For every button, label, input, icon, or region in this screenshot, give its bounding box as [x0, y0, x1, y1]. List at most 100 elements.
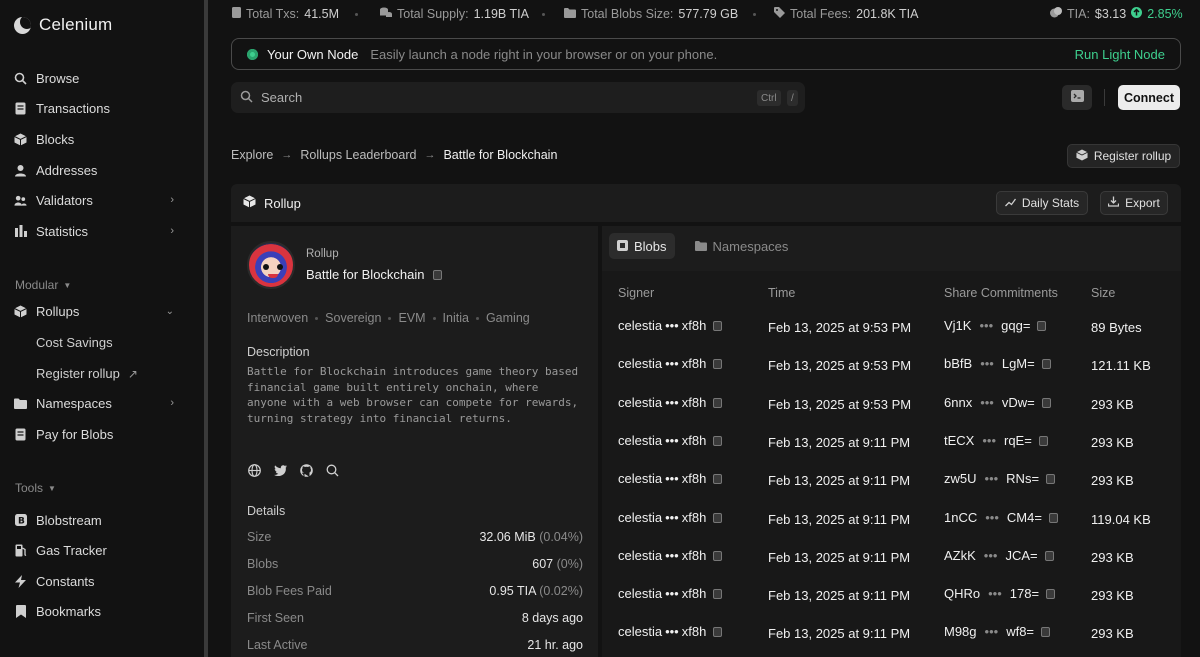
section-tools[interactable]: Tools ▼ [15, 481, 56, 495]
sidebar-item-rollups[interactable]: Rollups ⌄ [14, 299, 184, 323]
copy-icon[interactable] [713, 626, 723, 637]
copy-icon[interactable] [713, 397, 723, 408]
copy-icon[interactable] [1046, 473, 1056, 484]
sidebar: Celenium Browse Transactions Blocks Addr… [0, 0, 204, 657]
table-row[interactable]: celestia ••• xf8h Feb 13, 2025 at 9:11 PM 1n… [602, 499, 1181, 537]
shortcut-key: / [787, 90, 798, 106]
sidebar-item-bookmarks[interactable]: Bookmarks [14, 599, 184, 623]
tag-icon [774, 7, 785, 21]
copy-icon[interactable] [713, 550, 723, 561]
stat-label: Total Txs: [246, 7, 300, 21]
search-input[interactable]: Search Ctrl / [231, 82, 805, 113]
copy-icon[interactable] [713, 320, 723, 331]
table-row[interactable]: celestia ••• xf8h Feb 13, 2025 at 9:11 PM tE… [602, 422, 1181, 460]
sidebar-item-pay-for-blobs[interactable]: Pay for Blobs [14, 422, 184, 446]
signer-cell[interactable]: celestia ••• xf8h [618, 548, 723, 563]
breadcrumb-rollups-leaderboard[interactable]: Rollups Leaderboard [300, 148, 416, 162]
copy-icon[interactable] [713, 358, 723, 369]
table-row[interactable]: celestia ••• xf8h Feb 13, 2025 at 9:53 PM bB… [602, 345, 1181, 383]
share-commitment-cell[interactable]: tECX ••• rqE= [944, 433, 1048, 448]
commitment-prefix: tECX [944, 433, 975, 448]
commitment-prefix: AZkK [944, 548, 976, 563]
share-commitment-cell[interactable]: M98g ••• wf8= [944, 624, 1051, 639]
copy-icon[interactable] [1048, 512, 1058, 523]
rollup-name: Battle for Blockchain [306, 267, 442, 282]
share-commitment-cell[interactable]: 1nCC ••• CM4= [944, 510, 1058, 525]
breadcrumb-explore[interactable]: Explore [231, 148, 273, 162]
logo[interactable]: Celenium [14, 15, 112, 35]
copy-icon[interactable] [432, 269, 442, 280]
tab-blobs[interactable]: Blobs [609, 233, 675, 259]
explorer-search-icon[interactable] [325, 463, 339, 477]
register-rollup-button[interactable]: Register rollup [1067, 144, 1180, 168]
sidebar-item-blocks[interactable]: Blocks [14, 127, 184, 151]
copy-icon[interactable] [713, 473, 723, 484]
run-light-node-link[interactable]: Run Light Node [1075, 47, 1165, 62]
table-row[interactable]: celestia ••• xf8h Feb 13, 2025 at 9:11 PM QH… [602, 575, 1181, 613]
signer-cell[interactable]: celestia ••• xf8h [618, 433, 723, 448]
table-row[interactable]: celestia ••• xf8h Feb 13, 2025 at 9:11 PM M9… [602, 613, 1181, 651]
sidebar-item-blobstream[interactable]: B Blobstream [14, 508, 184, 532]
copy-icon[interactable] [1044, 550, 1054, 561]
sidebar-item-namespaces[interactable]: Namespaces › [14, 391, 184, 415]
trend-icon [1004, 196, 1016, 210]
sidebar-item-label: Gas Tracker [36, 542, 107, 558]
copy-icon[interactable] [713, 435, 723, 446]
sidebar-item-label: Namespaces [36, 395, 112, 411]
section-label: Tools [15, 481, 44, 495]
table-row[interactable]: celestia ••• xf8h Feb 13, 2025 at 9:53 PM 6n… [602, 384, 1181, 422]
copy-icon[interactable] [1041, 397, 1051, 408]
signer-cell[interactable]: celestia ••• xf8h [618, 395, 723, 410]
terminal-icon [1070, 90, 1084, 105]
tab-namespaces[interactable]: Namespaces [687, 233, 797, 259]
globe-icon[interactable] [247, 463, 261, 477]
sidebar-item-gas-tracker[interactable]: Gas Tracker [14, 538, 184, 562]
chevron-right-icon: › [170, 397, 174, 409]
sidebar-item-statistics[interactable]: Statistics › [14, 219, 184, 243]
sidebar-item-label: Transactions [36, 100, 110, 116]
sidebar-item-cost-savings[interactable]: Cost Savings [36, 335, 113, 350]
social-links [247, 463, 339, 477]
share-commitment-cell[interactable]: zw5U ••• RNs= [944, 471, 1056, 486]
sidebar-item-constants[interactable]: Constants [14, 569, 184, 593]
export-button[interactable]: Export [1100, 191, 1168, 215]
signer-cell[interactable]: celestia ••• xf8h [618, 356, 723, 371]
detail-value-main: 32.06 MiB [479, 530, 536, 544]
github-icon[interactable] [299, 463, 313, 477]
node-banner-description: Easily launch a node right in your brows… [370, 46, 718, 62]
sidebar-resize-handle[interactable] [204, 0, 208, 657]
twitter-icon[interactable] [273, 463, 287, 477]
signer-cell[interactable]: celestia ••• xf8h [618, 471, 723, 486]
size-cell: 89 Bytes [1091, 320, 1142, 335]
signer-cell[interactable]: celestia ••• xf8h [618, 318, 723, 333]
copy-icon[interactable] [1037, 320, 1047, 331]
share-commitment-cell[interactable]: bBfB ••• LgM= [944, 356, 1051, 371]
terminal-button[interactable] [1062, 85, 1092, 110]
signer-cell[interactable]: celestia ••• xf8h [618, 510, 723, 525]
copy-icon[interactable] [1038, 435, 1048, 446]
copy-icon[interactable] [1041, 358, 1051, 369]
detail-key: First Seen [247, 611, 304, 625]
copy-icon[interactable] [713, 588, 723, 599]
daily-stats-button[interactable]: Daily Stats [996, 191, 1088, 215]
share-commitment-cell[interactable]: AZkK ••• JCA= [944, 548, 1054, 563]
signer-cell[interactable]: celestia ••• xf8h [618, 624, 723, 639]
copy-icon[interactable] [1041, 626, 1051, 637]
share-commitment-cell[interactable]: QHRo ••• 178= [944, 586, 1056, 601]
copy-icon[interactable] [713, 512, 723, 523]
signer-suffix: xf8h [681, 433, 707, 448]
sidebar-item-validators[interactable]: Validators › [14, 188, 184, 212]
table-row[interactable]: celestia ••• xf8h Feb 13, 2025 at 9:53 PM Vj… [602, 307, 1181, 345]
signer-cell[interactable]: celestia ••• xf8h [618, 586, 723, 601]
section-modular[interactable]: Modular ▼ [15, 278, 71, 292]
table-row[interactable]: celestia ••• xf8h Feb 13, 2025 at 9:11 PM zw… [602, 460, 1181, 498]
sidebar-item-browse[interactable]: Browse [14, 66, 184, 90]
sidebar-item-register-rollup[interactable]: Register rollup ↗ [36, 366, 138, 381]
connect-button[interactable]: Connect [1118, 85, 1180, 110]
sidebar-item-transactions[interactable]: Transactions [14, 96, 184, 120]
share-commitment-cell[interactable]: Vj1K ••• gqg= [944, 318, 1047, 333]
copy-icon[interactable] [1046, 588, 1056, 599]
sidebar-item-addresses[interactable]: Addresses [14, 158, 184, 182]
share-commitment-cell[interactable]: 6nnx ••• vDw= [944, 395, 1051, 410]
table-row[interactable]: celestia ••• xf8h Feb 13, 2025 at 9:11 PM AZ… [602, 537, 1181, 575]
